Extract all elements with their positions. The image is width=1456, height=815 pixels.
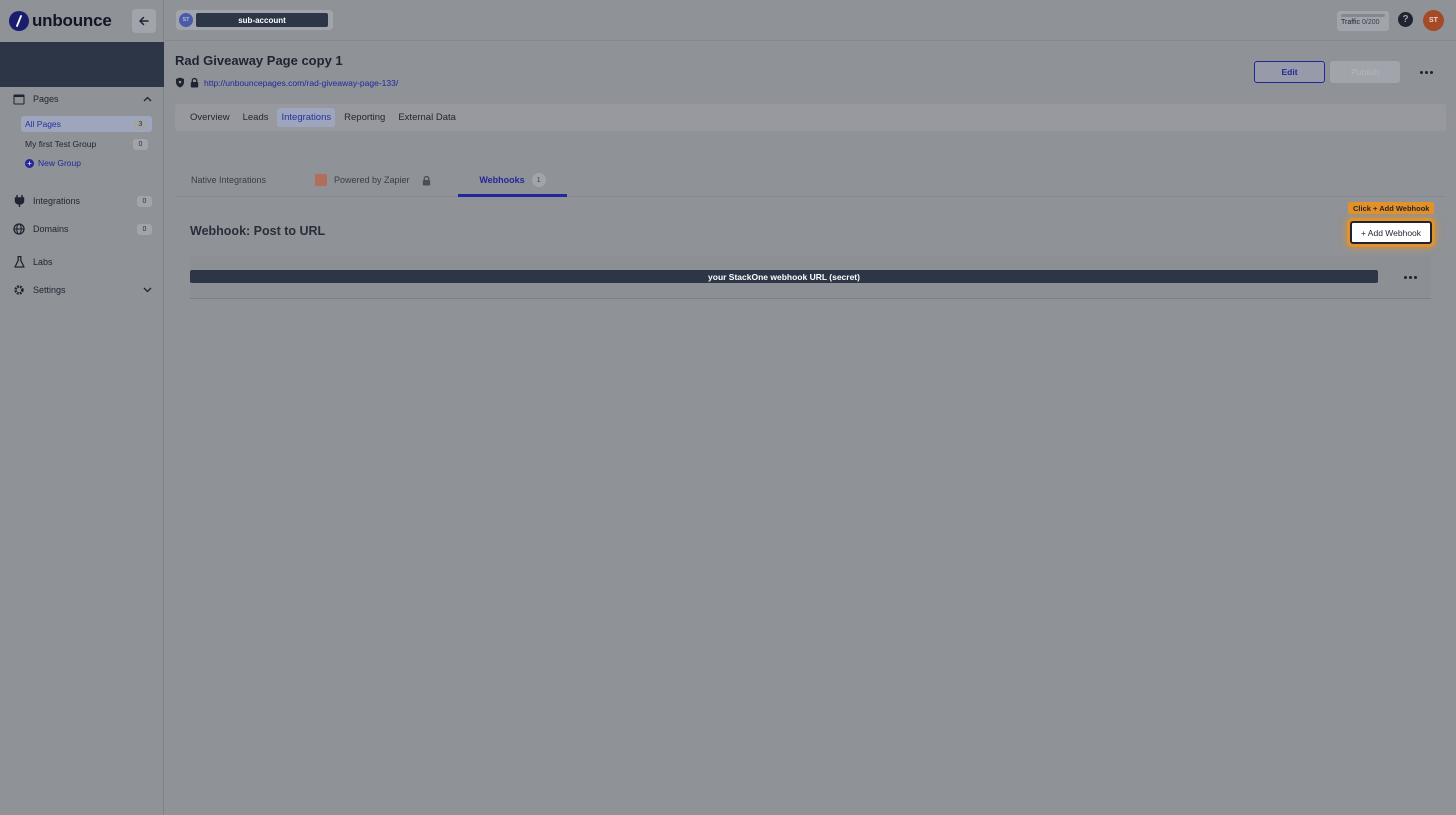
- sidebar: unbounce Pages All Pages 3 My first Test…: [0, 0, 164, 815]
- sidebar-item-label: Integrations: [33, 196, 81, 206]
- tab-integrations[interactable]: Integrations: [277, 108, 336, 127]
- account-name: sub-account: [196, 13, 328, 27]
- subtab-native-integrations[interactable]: Native Integrations: [191, 163, 266, 197]
- globe-icon: [12, 222, 26, 236]
- subtab-webhooks[interactable]: Webhooks 1: [458, 163, 567, 197]
- count-badge: 0: [137, 195, 152, 207]
- more-options-icon[interactable]: [1415, 66, 1437, 78]
- sidebar-item-domains[interactable]: Domains 0: [12, 219, 152, 239]
- gear-icon: [12, 283, 26, 297]
- unbounce-logo[interactable]: unbounce: [9, 11, 112, 31]
- sidebar-item-label: Settings: [33, 285, 66, 295]
- sidebar-item-labs[interactable]: Labs: [12, 252, 152, 272]
- lock-icon: [190, 77, 199, 88]
- webhook-url: your StackOne webhook URL (secret): [190, 270, 1378, 283]
- sidebar-item-label: Domains: [33, 224, 69, 234]
- new-group-button[interactable]: + New Group: [25, 158, 81, 168]
- section-title: Webhook: Post to URL: [190, 224, 326, 238]
- user-avatar[interactable]: ST: [1423, 10, 1444, 31]
- page-tabs: Overview Leads Integrations Reporting Ex…: [175, 104, 1446, 131]
- shield-icon: [176, 77, 184, 88]
- flask-icon: [12, 255, 26, 269]
- traffic-meter[interactable]: Traffic 0/200: [1337, 11, 1389, 31]
- account-avatar: ST: [179, 13, 193, 27]
- unbounce-logo-icon: [9, 11, 29, 31]
- traffic-bar: [1341, 14, 1385, 17]
- add-webhook-button[interactable]: + Add Webhook: [1350, 221, 1432, 244]
- tab-overview[interactable]: Overview: [186, 108, 234, 127]
- page-title: Rad Giveaway Page copy 1: [175, 53, 343, 68]
- sidebar-item-label: Pages: [33, 94, 59, 104]
- tab-reporting[interactable]: Reporting: [340, 108, 389, 127]
- collapse-sidebar-button[interactable]: [132, 9, 156, 33]
- guide-tooltip: Click + Add Webhook: [1348, 202, 1435, 214]
- count-badge: 0: [137, 223, 152, 235]
- arrow-left-icon: [139, 16, 149, 26]
- edit-button[interactable]: Edit: [1254, 61, 1325, 83]
- sidebar-item-integrations[interactable]: Integrations 0: [12, 191, 152, 211]
- more-options-icon[interactable]: [1395, 269, 1425, 285]
- sidebar-item-label: All Pages: [25, 119, 61, 129]
- subtab-label: Powered by Zapier: [334, 175, 410, 185]
- page-url-link[interactable]: http://unbouncepages.com/rad-giveaway-pa…: [204, 78, 398, 88]
- top-bar: ST sub-account Traffic 0/200 ? ST: [165, 0, 1456, 41]
- chevron-down-icon[interactable]: [143, 287, 152, 293]
- integration-subtabs: Native Integrations Powered by Zapier We…: [175, 163, 1446, 197]
- sidebar-item-label: My first Test Group: [25, 139, 97, 149]
- chevron-up-icon[interactable]: [143, 96, 152, 102]
- publish-button[interactable]: Publish: [1330, 61, 1400, 83]
- help-icon[interactable]: ?: [1398, 12, 1413, 27]
- new-group-label: New Group: [38, 158, 81, 168]
- plus-circle-icon: +: [25, 158, 34, 168]
- sidebar-item-test-group[interactable]: My first Test Group 0: [21, 136, 152, 152]
- traffic-label: Traffic: [1341, 19, 1361, 26]
- page-url-row: http://unbouncepages.com/rad-giveaway-pa…: [175, 77, 398, 88]
- traffic-value: 0/200: [1362, 19, 1380, 26]
- sidebar-item-all-pages[interactable]: All Pages 3: [21, 116, 152, 132]
- tab-external-data[interactable]: External Data: [394, 108, 460, 127]
- plug-icon: [12, 194, 26, 208]
- count-badge: 0: [133, 138, 148, 150]
- subtab-label: Native Integrations: [191, 175, 267, 185]
- sidebar-item-settings[interactable]: Settings: [12, 280, 152, 300]
- account-switcher[interactable]: ST sub-account: [176, 10, 333, 30]
- sidebar-banner: [0, 42, 164, 87]
- sidebar-item-pages[interactable]: Pages: [12, 89, 152, 109]
- zapier-logo-icon: [315, 174, 327, 186]
- lock-icon: [422, 175, 430, 185]
- subtab-label: Webhooks: [479, 175, 525, 185]
- brand-name: unbounce: [32, 11, 112, 30]
- table-row[interactable]: your StackOne webhook URL (secret): [190, 256, 1431, 299]
- count-badge: 3: [133, 118, 148, 130]
- pages-icon: [12, 92, 26, 106]
- tab-leads[interactable]: Leads: [239, 108, 273, 127]
- count-badge: 1: [531, 173, 546, 187]
- sidebar-item-label: Labs: [33, 257, 53, 267]
- subtab-zapier[interactable]: Powered by Zapier: [315, 163, 431, 197]
